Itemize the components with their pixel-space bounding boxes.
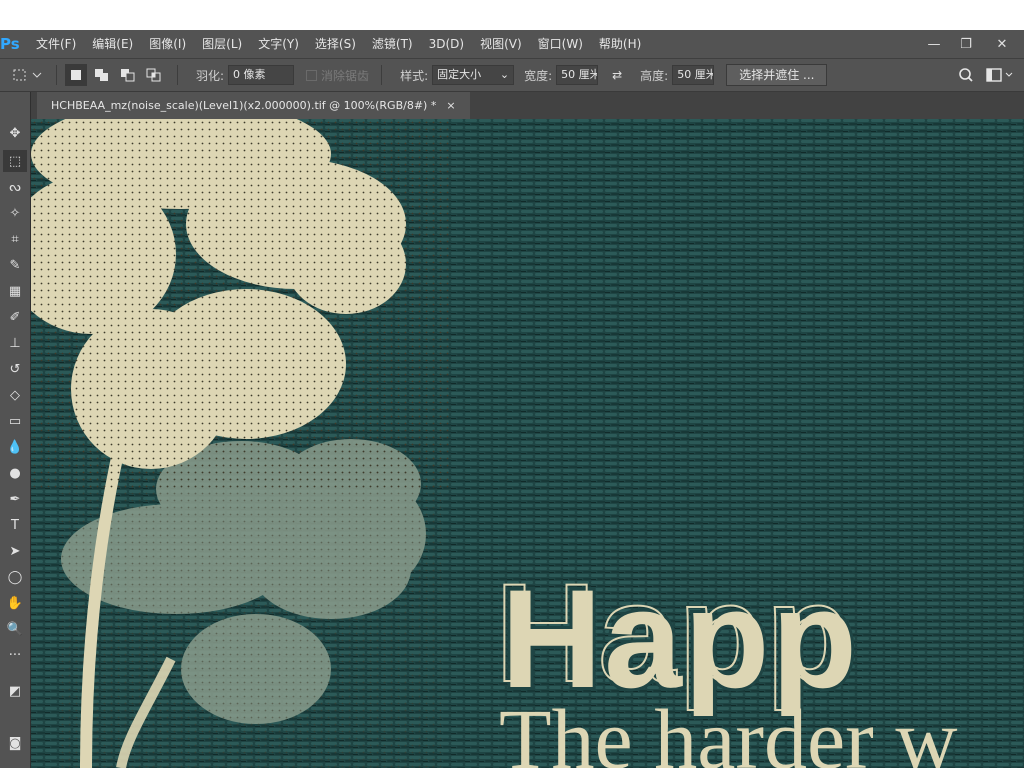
feather-input[interactable]: 0 像素 (228, 65, 295, 85)
separator (381, 65, 383, 85)
subtract-selection-icon (121, 69, 135, 82)
history-brush-tool-icon[interactable]: ↺ (3, 358, 27, 380)
menu-image[interactable]: 图像(I) (141, 30, 194, 58)
document-tab-bar: HCHBEAA_mz(noise_scale)(Level1)(x2.00000… (31, 92, 1024, 119)
separator (56, 65, 57, 85)
menu-bar: Ps 文件(F) 编辑(E) 图像(I) 图层(L) 文字(Y) 选择(S) 滤… (0, 30, 1024, 58)
style-label: 样式: (400, 68, 429, 83)
dodge-tool-icon[interactable]: ● (3, 462, 27, 484)
new-selection-button[interactable] (65, 64, 87, 86)
move-tool-icon[interactable]: ✥ (3, 122, 27, 144)
minimize-button[interactable]: — (918, 30, 950, 58)
menu-filter[interactable]: 滤镜(T) (364, 30, 421, 58)
path-selection-tool-icon[interactable]: ➤ (3, 540, 27, 562)
select-and-mask-button[interactable]: 选择并遮住 ... (726, 64, 828, 86)
photoshop-window: Ps 文件(F) 编辑(E) 图像(I) 图层(L) 文字(Y) 选择(S) 滤… (0, 0, 1024, 768)
antialias-label: 消除锯齿 (321, 68, 370, 83)
gradient-tool-icon[interactable]: ▭ (3, 410, 27, 432)
style-select[interactable]: 固定大小 ⌄ (432, 65, 515, 85)
add-selection-icon (95, 69, 108, 81)
chevron-down-icon: ⌄ (499, 68, 510, 81)
swap-dimensions-button[interactable]: ⇄ (604, 64, 630, 86)
shape-tool-icon[interactable]: ◯ (3, 566, 27, 588)
close-window-button[interactable]: ✕ (986, 30, 1018, 58)
document-tab[interactable]: HCHBEAA_mz(noise_scale)(Level1)(x2.00000… (37, 92, 470, 119)
add-selection-button[interactable] (91, 64, 113, 86)
zoom-tool-icon[interactable]: 🔍 (3, 618, 27, 640)
intersect-selection-icon (146, 68, 161, 82)
subtract-selection-button[interactable] (117, 64, 139, 86)
height-label: 高度: (640, 68, 669, 83)
blur-tool-icon[interactable]: 💧 (3, 436, 27, 458)
eyedropper-tool-icon[interactable]: ✎ (3, 254, 27, 276)
restore-button[interactable]: ❐ (950, 30, 982, 58)
antialias-check-box (306, 69, 318, 81)
options-bar: 羽化: 0 像素 消除锯齿 样式: 固定大小 ⌄ 宽度: 50 厘米 ⇄ 高度:… (0, 58, 1024, 92)
close-tab-icon[interactable]: × (446, 92, 455, 119)
quick-mask-icon[interactable]: ◙ (3, 732, 27, 754)
height-input[interactable]: 50 厘米 (672, 65, 715, 85)
healing-brush-tool-icon[interactable]: ▦ (3, 280, 27, 302)
front-clover-texture (31, 119, 451, 489)
menu-type[interactable]: 文字(Y) (250, 30, 307, 58)
tools-panel: ✥ ⬚ ᔓ ✧ ⌗ ✎ ▦ ✐ ⊥ ↺ ◇ ▭ 💧 ● ✒ T ➤ ◯ ✋ 🔍 ··· ◩ ◙ (0, 92, 31, 768)
width-label: 宽度: (524, 68, 553, 83)
lasso-tool-icon[interactable]: ᔓ (3, 176, 27, 198)
style-value: 固定大小 (437, 68, 482, 81)
separator (177, 65, 178, 85)
type-tool-icon[interactable]: T (3, 514, 27, 536)
swap-arrows-icon: ⇄ (612, 68, 623, 82)
top-margin (0, 0, 1024, 30)
workspace-icon (986, 68, 1013, 82)
crop-tool-icon[interactable]: ⌗ (3, 228, 27, 250)
new-selection-icon (71, 70, 81, 80)
hand-tool-icon[interactable]: ✋ (3, 592, 27, 614)
antialias-checkbox[interactable]: 消除锯齿 (306, 67, 369, 84)
menu-view[interactable]: 视图(V) (472, 30, 530, 58)
menu-3d[interactable]: 3D(D) (421, 30, 472, 58)
menu-edit[interactable]: 编辑(E) (84, 30, 141, 58)
menu-help[interactable]: 帮助(H) (591, 30, 649, 58)
menu-select[interactable]: 选择(S) (307, 30, 364, 58)
menu-layer[interactable]: 图层(L) (194, 30, 250, 58)
document-title: HCHBEAA_mz(noise_scale)(Level1)(x2.00000… (51, 99, 437, 112)
search-icon (959, 68, 973, 82)
pen-tool-icon[interactable]: ✒ (3, 488, 27, 510)
marquee-preset-icon (13, 69, 42, 81)
menu-file[interactable]: 文件(F) (28, 30, 84, 58)
width-input[interactable]: 50 厘米 (556, 65, 599, 85)
clone-stamp-tool-icon[interactable]: ⊥ (3, 332, 27, 354)
eraser-tool-icon[interactable]: ◇ (3, 384, 27, 406)
document-canvas[interactable]: Happ Happ The harder w (31, 119, 1024, 768)
magic-wand-tool-icon[interactable]: ✧ (3, 202, 27, 224)
feather-label: 羽化: (196, 68, 225, 83)
more-tools-icon[interactable]: ··· (3, 644, 27, 666)
photoshop-logo[interactable]: Ps (0, 30, 28, 58)
search-button[interactable] (952, 64, 980, 86)
workspace-button[interactable] (980, 64, 1020, 86)
intersect-selection-button[interactable] (143, 64, 165, 86)
headline-outline: Happ (495, 554, 853, 711)
marquee-tool-icon[interactable]: ⬚ (3, 150, 27, 172)
tool-preset-picker[interactable] (8, 64, 48, 86)
brush-tool-icon[interactable]: ✐ (3, 306, 27, 328)
menu-window[interactable]: 窗口(W) (530, 30, 591, 58)
color-swatches-icon[interactable]: ◩ (3, 680, 27, 702)
subline-text: The harder w (499, 691, 957, 768)
artwork: Happ Happ The harder w (31, 119, 1024, 768)
